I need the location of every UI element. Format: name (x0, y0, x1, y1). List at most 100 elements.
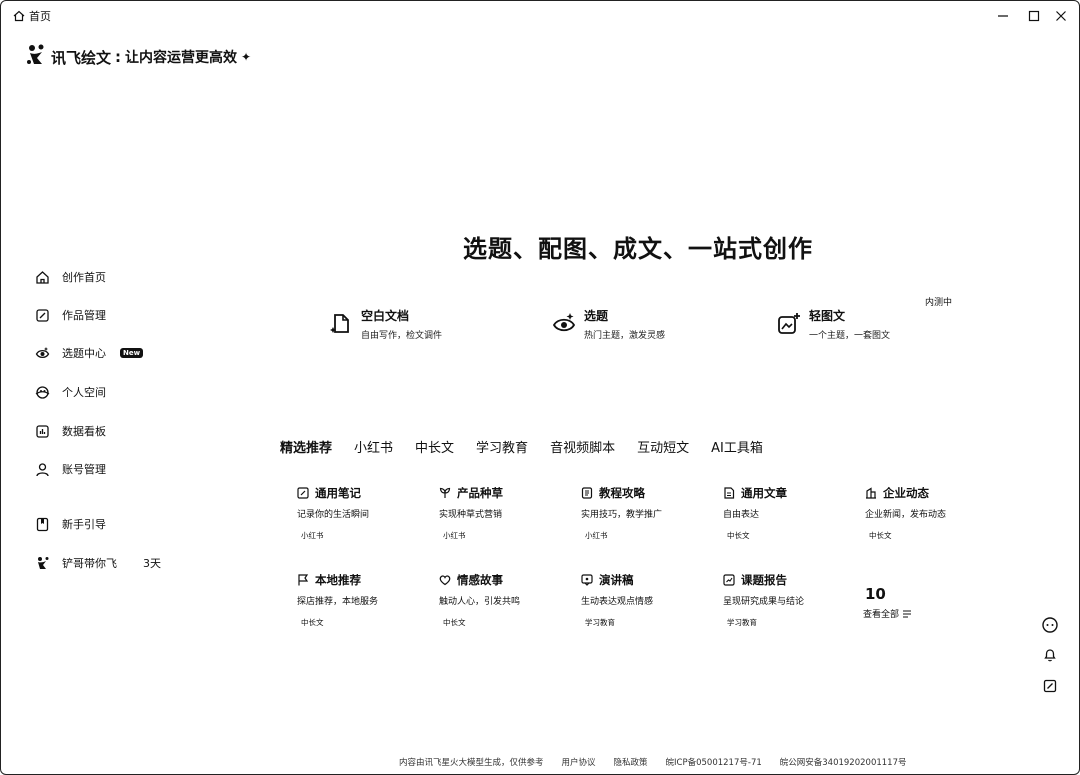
sidebar-item-home[interactable]: 创作首页 (35, 265, 175, 289)
template-card[interactable]: 课题报告 呈现研究成果与结论 学习教育 (723, 572, 853, 628)
home-tab[interactable]: 首页 (13, 8, 51, 24)
sidebar-promo[interactable]: 铲哥带你飞 3天 (35, 551, 175, 575)
view-all-link[interactable]: 查看全部 (863, 607, 912, 620)
assistant-button[interactable] (1039, 614, 1061, 636)
template-card[interactable]: 企业动态 企业新闻，发布动态 中长文 (865, 485, 995, 541)
heart-icon (439, 575, 451, 586)
footer-icp[interactable]: 皖ICP备05001217号-71 (666, 756, 762, 768)
template-card[interactable]: 教程攻略 实用技巧，教学推广 小红书 (581, 485, 711, 541)
sparkle-icon: ✦ (241, 50, 252, 64)
company-icon (866, 487, 876, 499)
brand-logo-icon (25, 43, 47, 71)
maximize-icon (1028, 10, 1040, 22)
close-icon (1056, 11, 1066, 21)
home-icon (36, 270, 49, 284)
avatar-icon (38, 556, 49, 569)
feedback-button[interactable] (1039, 675, 1061, 697)
beta-label: 内测中 (925, 298, 953, 308)
brand-name: 讯飞绘文 (51, 48, 112, 67)
template-card[interactable]: 本地推荐 探店推荐，本地服务 中长文 (297, 572, 427, 628)
template-tag: 中长文 (869, 531, 892, 540)
footer-police-record[interactable]: 皖公网安备34019202001117号 (780, 756, 907, 768)
sidebar-item-label: 账号管理 (62, 463, 106, 476)
tab-ai-tools[interactable]: AI工具箱 (711, 437, 763, 456)
sidebar-item-topics[interactable]: 选题中心 New (35, 341, 175, 365)
tab-av-script[interactable]: 音视频脚本 (550, 437, 615, 456)
app-window: 首页 讯飞绘文 : 让内容运营更高效 ✦ 创作首页 作品管理 选题中心 New … (0, 0, 1080, 775)
template-desc: 触动人心，引发共鸣 (439, 597, 521, 607)
brand-slogan: 让内容运营更高效 (125, 50, 238, 66)
hero-title: 选题、配图、成文、一站式创作 (463, 235, 813, 263)
sidebar-item-label: 个人空间 (62, 386, 106, 399)
action-title: 轻图文 (809, 309, 846, 323)
list-icon (903, 609, 912, 618)
new-badge: New (120, 348, 144, 358)
template-tag: 学习教育 (585, 618, 615, 627)
template-card[interactable]: 通用笔记 记录你的生活瞬间 小红书 (297, 485, 427, 541)
template-tag: 中长文 (301, 618, 324, 627)
sidebar-item-works[interactable]: 作品管理 (35, 303, 175, 327)
flag-icon (298, 574, 309, 586)
promo-days: 3天 (143, 557, 161, 570)
template-card[interactable]: 通用文章 自由表达 中长文 (723, 485, 853, 541)
sidebar-item-label: 作品管理 (62, 309, 106, 322)
template-tag: 小红书 (443, 531, 466, 540)
action-subtitle: 自由写作，检文调件 (361, 331, 443, 341)
brand-separator: : (115, 48, 122, 66)
sidebar-item-guide[interactable]: 新手引导 (35, 512, 175, 536)
sidebar-item-dashboard[interactable]: 数据看板 (35, 419, 175, 443)
sidebar-item-label: 新手引导 (62, 518, 106, 531)
sidebar-item-label: 选题中心 (62, 347, 106, 360)
sidebar-item-label: 数据看板 (62, 425, 106, 438)
brand-header: 讯飞绘文 : 让内容运营更高效 ✦ (25, 43, 251, 71)
action-title: 选题 (584, 309, 609, 323)
template-desc: 探店推荐，本地服务 (297, 597, 379, 607)
template-card[interactable]: 演讲稿 生动表达观点情感 学习教育 (581, 572, 711, 628)
blank-doc-action[interactable]: 空白文档 自由写作，检文调件 (329, 307, 442, 341)
book-icon (36, 517, 49, 531)
maximize-button[interactable] (1020, 5, 1048, 27)
template-desc: 记录你的生活瞬间 (297, 510, 370, 520)
footer-user-agreement[interactable]: 用户协议 (562, 756, 596, 768)
light-post-action[interactable]: 轻图文 一个主题，一套图文 (777, 307, 890, 341)
title-bar: 首页 (1, 1, 1079, 31)
template-title: 产品种草 (457, 486, 503, 500)
minimize-button[interactable] (989, 5, 1017, 27)
tab-featured[interactable]: 精选推荐 (280, 437, 332, 456)
category-tabs: 精选推荐 小红书 中长文 学习教育 音视频脚本 互动短文 AI工具箱 (280, 437, 785, 456)
template-tag: 学习教育 (727, 618, 757, 627)
template-tag: 小红书 (585, 531, 608, 540)
eye-sparkle-icon (552, 313, 576, 332)
topic-action[interactable]: 选题 热门主题，激发灵感 (552, 307, 665, 341)
close-button[interactable] (1047, 5, 1075, 27)
edit-icon (36, 308, 49, 322)
tab-interactive[interactable]: 互动短文 (637, 437, 689, 456)
footer-privacy-policy[interactable]: 隐私政策 (614, 756, 648, 768)
template-title: 通用笔记 (315, 486, 361, 500)
tab-long-article[interactable]: 中长文 (415, 437, 454, 456)
space-icon (35, 385, 50, 399)
template-tag: 中长文 (727, 531, 750, 540)
template-count: 10 (865, 585, 886, 603)
bell-icon (1044, 649, 1056, 662)
template-title: 通用文章 (741, 486, 787, 500)
template-card[interactable]: 产品种草 实现种草式营销 小红书 (439, 485, 569, 541)
template-tag: 小红书 (301, 531, 324, 540)
footer-disclaimer: 内容由讯飞星火大模型生成，仅供参考 (399, 758, 544, 768)
template-desc: 生动表达观点情感 (581, 597, 654, 607)
sidebar-item-space[interactable]: 个人空间 (35, 380, 175, 404)
sidebar-item-label: 创作首页 (62, 271, 106, 284)
notification-button[interactable] (1039, 644, 1061, 666)
sidebar-item-accounts[interactable]: 账号管理 (35, 457, 175, 481)
template-desc: 自由表达 (723, 510, 760, 520)
template-desc: 呈现研究成果与结论 (723, 597, 805, 607)
tab-xiaohongshu[interactable]: 小红书 (354, 437, 393, 456)
view-all-label: 查看全部 (863, 610, 900, 620)
template-desc: 实用技巧，教学推广 (581, 510, 663, 520)
action-subtitle: 热门主题，激发灵感 (584, 331, 666, 341)
footer: 内容由讯飞星火大模型生成，仅供参考 用户协议 隐私政策 皖ICP备0500121… (399, 756, 906, 768)
note-icon (297, 487, 309, 499)
tab-education[interactable]: 学习教育 (476, 437, 528, 456)
template-card[interactable]: 情感故事 触动人心，引发共鸣 中长文 (439, 572, 569, 628)
promo-label: 铲哥带你飞 (62, 557, 117, 570)
